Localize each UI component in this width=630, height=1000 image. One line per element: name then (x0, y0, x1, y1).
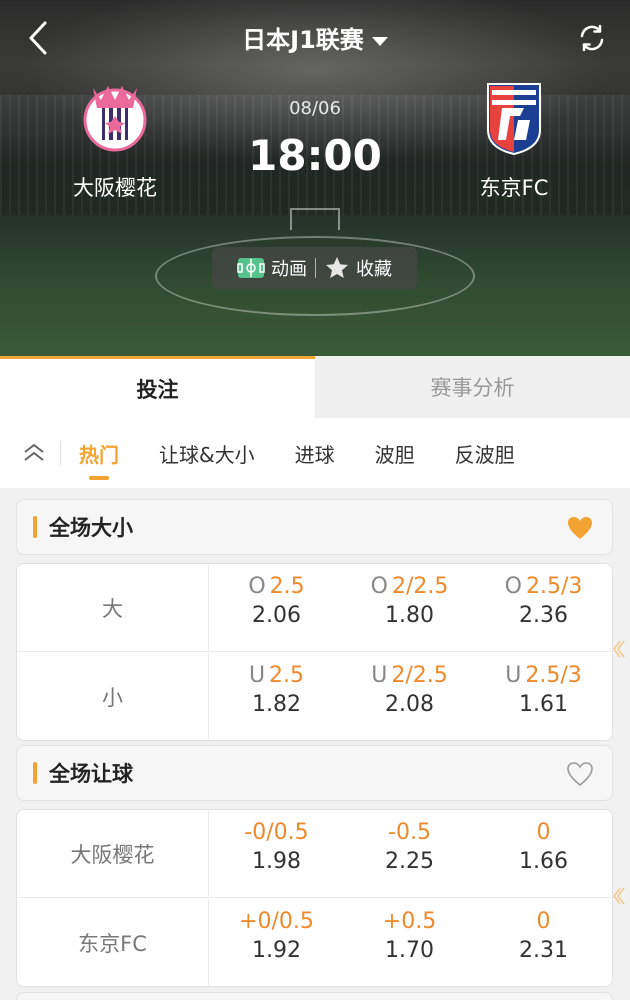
line-value: -0.5 (388, 820, 431, 845)
line-prefix: O (370, 574, 388, 599)
odds-row-under: 小 U 2.5 1.82 U 2/2.5 2.08 U 2.5/3 1.61 (17, 653, 612, 740)
odds-cell[interactable]: -0.5 2.25 (343, 810, 476, 898)
heart-outline-icon[interactable] (566, 760, 594, 788)
odds-row-over: 大 O 2.5 2.06 O 2/2.5 1.80 O 2.5/3 2.36 (17, 564, 612, 652)
line-value: 2.5/3 (525, 663, 582, 688)
line-value: 2/2.5 (391, 663, 448, 688)
pitch-animation-icon (237, 258, 265, 278)
odds-card-handicap: 大阪樱花 -0/0.5 1.98 -0.5 2.25 0 1.66 东京FC +… (16, 809, 613, 987)
scroll-left-icon[interactable] (610, 884, 626, 908)
tab-handicap-total[interactable]: 让球&大小 (159, 439, 255, 468)
odds-value: 2.31 (519, 938, 568, 963)
section-title: 全场大小 (49, 516, 133, 540)
tab-anti-correct-score[interactable]: 反波胆 (455, 439, 515, 468)
line-prefix: U (371, 663, 388, 688)
line-value: 2.5 (269, 574, 305, 599)
odds-cell[interactable]: U 2.5 1.82 (210, 653, 343, 740)
tab-match-analysis[interactable]: 赛事分析 (315, 356, 630, 418)
line-value: +0/0.5 (239, 909, 314, 934)
next-section-header[interactable] (16, 992, 613, 1000)
odds-value: 1.80 (385, 603, 434, 628)
line-value: 0 (536, 909, 551, 934)
line-value: 0 (536, 820, 551, 845)
section-accent-bar (33, 762, 37, 784)
line-value: 2.5/3 (525, 574, 583, 599)
odds-cell[interactable]: 0 2.31 (477, 899, 610, 986)
line-prefix: O (504, 574, 522, 599)
heart-filled-icon[interactable] (566, 514, 594, 542)
refresh-button[interactable] (572, 18, 612, 58)
away-team[interactable]: 东京FC (424, 78, 604, 202)
tab-goals[interactable]: 进球 (295, 439, 335, 468)
odds-value: 1.66 (519, 849, 568, 874)
line-value: -0/0.5 (244, 820, 309, 845)
odds-value: 2.25 (385, 849, 434, 874)
star-icon (326, 257, 348, 278)
refresh-icon (580, 24, 604, 52)
away-team-name: 东京FC (479, 176, 549, 200)
scroll-left-icon[interactable] (610, 637, 626, 661)
row-label: 小 (17, 653, 209, 740)
section-header-total[interactable]: 全场大小 (16, 499, 613, 555)
animation-label: 动画 (271, 259, 307, 280)
odds-cell[interactable]: O 2.5 2.06 (210, 564, 343, 652)
odds-value: 2.36 (519, 603, 568, 628)
odds-cell[interactable]: U 2.5/3 1.61 (477, 653, 610, 740)
odds-cell[interactable]: -0/0.5 1.98 (210, 810, 343, 898)
match-hero: 日本J1联赛 大阪樱花 08/06 18:00 东京FC 动画 收藏 (0, 0, 630, 356)
odds-card-total: 大 O 2.5 2.06 O 2/2.5 1.80 O 2.5/3 2.36 小 U2… (16, 563, 613, 741)
main-tabs: 投注 赛事分析 (0, 356, 630, 418)
double-chevron-up-icon (24, 444, 44, 461)
row-label: 大 (17, 564, 209, 652)
odds-row-home: 大阪樱花 -0/0.5 1.98 -0.5 2.25 0 1.66 (17, 810, 612, 898)
odds-value: 2.08 (385, 692, 434, 717)
odds-cell[interactable]: 0 1.66 (477, 810, 610, 898)
odds-cell[interactable]: O 2/2.5 1.80 (343, 564, 476, 652)
section-title: 全场让球 (49, 762, 133, 786)
favorite-label: 收藏 (356, 259, 392, 280)
market-tabs: 热门 让球&大小 进球 波胆 反波胆 (0, 418, 630, 488)
line-prefix: U (505, 663, 522, 688)
section-accent-bar (33, 516, 37, 538)
tab-betting[interactable]: 投注 (0, 356, 315, 418)
tab-correct-score[interactable]: 波胆 (375, 439, 415, 468)
odds-row-away: 东京FC +0/0.5 1.92 +0.5 1.70 0 2.31 (17, 899, 612, 986)
caret-down-icon (371, 36, 388, 46)
animation-button[interactable]: 动画 (229, 255, 315, 281)
odds-cell[interactable]: +0/0.5 1.92 (210, 899, 343, 986)
line-prefix: U (248, 663, 266, 688)
favorite-button[interactable]: 收藏 (316, 255, 400, 281)
odds-cell[interactable]: U 2/2.5 2.08 (343, 653, 476, 740)
tab-divider (60, 441, 61, 465)
action-pill: 动画 收藏 (212, 247, 417, 289)
odds-value: 1.92 (252, 938, 301, 963)
collapse-all-button[interactable] (8, 433, 60, 473)
top-bar: 日本J1联赛 (0, 12, 630, 62)
odds-value: 1.82 (252, 692, 301, 717)
line-prefix: O (248, 574, 266, 599)
line-value: 2.5 (269, 663, 305, 688)
line-value: 2/2.5 (391, 574, 449, 599)
line-value: +0.5 (382, 909, 437, 934)
row-label: 大阪樱花 (17, 810, 209, 898)
goal-frame (290, 208, 340, 230)
league-title: 日本J1联赛 (242, 26, 364, 54)
row-label: 东京FC (17, 899, 209, 986)
section-header-handicap[interactable]: 全场让球 (16, 745, 613, 801)
odds-value: 1.98 (252, 849, 301, 874)
fc-tokyo-crest (487, 83, 541, 156)
league-selector[interactable]: 日本J1联赛 (0, 20, 630, 55)
tab-hot[interactable]: 热门 (79, 439, 119, 480)
odds-value: 1.61 (519, 692, 568, 717)
odds-value: 2.06 (252, 603, 301, 628)
odds-value: 1.70 (385, 938, 434, 963)
odds-cell[interactable]: +0.5 1.70 (343, 899, 476, 986)
odds-cell[interactable]: O 2.5/3 2.36 (477, 564, 610, 652)
